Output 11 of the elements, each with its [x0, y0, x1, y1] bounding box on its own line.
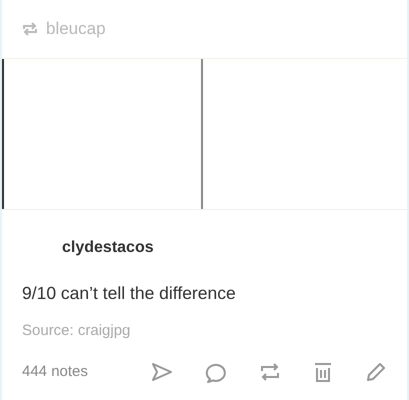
post-text: 9/10 can’t tell the difference: [21, 282, 237, 305]
reblog-icon: [22, 22, 38, 36]
username[interactable]: bleucap: [46, 16, 106, 42]
edit-icon[interactable]: [365, 361, 387, 383]
send-icon[interactable]: [151, 362, 173, 382]
comment-icon[interactable]: [205, 361, 227, 383]
source-link[interactable]: Source: craigjpg: [2, 320, 407, 343]
notes-count[interactable]: 444 notes: [22, 360, 88, 384]
delete-icon[interactable]: [313, 361, 333, 383]
reblog-icon[interactable]: [259, 361, 281, 383]
author-name[interactable]: clydestacos: [2, 236, 407, 260]
